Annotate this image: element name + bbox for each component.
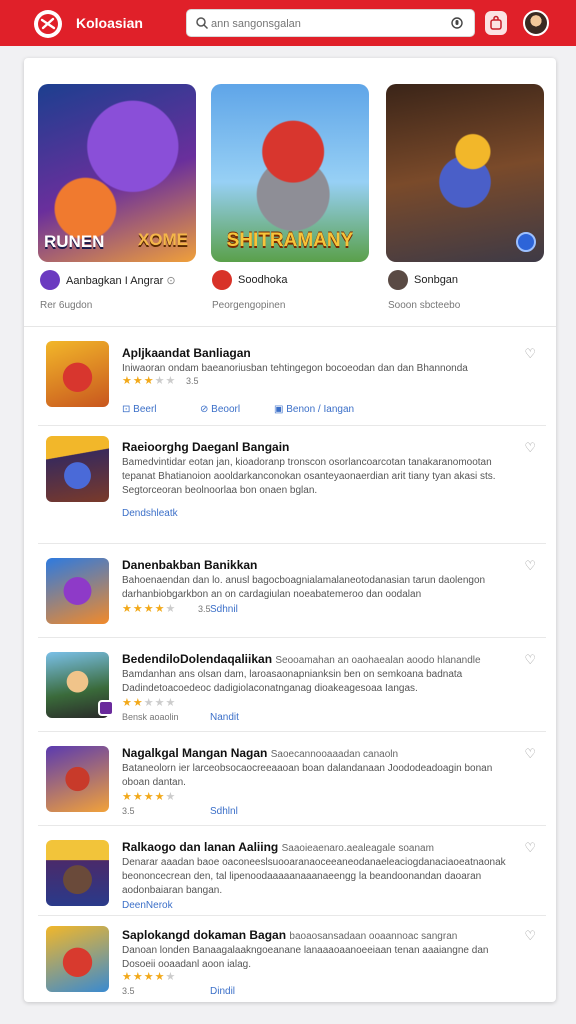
favorite-icon[interactable]: ♡ xyxy=(524,840,536,856)
meta-link[interactable]: Dindil xyxy=(210,986,235,997)
app-description: Denarar aaadan baoe oaconeeslsuooaranaoc… xyxy=(122,857,506,896)
search-input[interactable] xyxy=(211,14,431,34)
app-thumbnail[interactable] xyxy=(46,558,109,624)
favorite-icon[interactable]: ♡ xyxy=(524,746,536,762)
list-item[interactable]: Apljkaandat Banliagan Iniwaoran ondam ba… xyxy=(38,328,546,426)
main-panel: RUNEN XOME SHITRAMANY Aanbagkan I Angrar… xyxy=(24,58,556,1002)
rating-stars: ★★★★★ xyxy=(122,375,177,387)
app-thumbnail[interactable] xyxy=(46,341,109,407)
brand-name: Koloasian xyxy=(76,15,143,31)
app-title[interactable]: Apljkaandat Banliagan xyxy=(122,346,251,360)
rating-stars: ★★★★★ xyxy=(122,603,177,615)
featured-card-1[interactable]: RUNEN XOME xyxy=(38,84,196,262)
meta-link[interactable]: ⊘ Beoorl xyxy=(200,404,240,415)
list-item[interactable]: Saplokangd dokaman Bagan baoaosansadaan … xyxy=(38,916,546,1002)
tag-icon: ⊘ xyxy=(200,404,209,415)
app-thumbnail[interactable] xyxy=(46,436,109,502)
meta-link[interactable]: Sdhlnl xyxy=(210,806,238,817)
featured-art-title-secondary: XOME xyxy=(137,230,188,249)
rating-stars: ★★★★★ xyxy=(122,791,177,803)
info-icon: ⊙ xyxy=(166,275,176,287)
meta-link[interactable]: ⊡ Beerl xyxy=(122,404,157,415)
app-thumbnail[interactable] xyxy=(46,926,109,992)
meta-link[interactable]: Sdhnil xyxy=(210,604,238,615)
shopping-bag-button[interactable] xyxy=(485,11,507,35)
app-thumbnail[interactable] xyxy=(46,840,109,906)
app-thumbnail[interactable] xyxy=(46,746,109,812)
favorite-icon[interactable]: ♡ xyxy=(524,440,536,456)
featured-card-3[interactable] xyxy=(386,84,544,262)
app-logo[interactable] xyxy=(34,10,62,38)
app-title[interactable]: Ralkaogo dan lanan Aaliing Saaoieaenaro.… xyxy=(122,840,434,854)
play-badge-icon xyxy=(516,232,536,252)
rating-stars: ★★★★★ xyxy=(122,971,177,983)
meta-link[interactable]: ▣ Benon / Iangan xyxy=(274,404,354,415)
bag-icon xyxy=(490,15,502,30)
developer-avatar xyxy=(388,270,408,290)
app-title[interactable]: Saplokangd dokaman Bagan baoaosansadaan … xyxy=(122,928,457,942)
meta-link[interactable]: Nandit xyxy=(210,712,239,723)
rating-score: Bensk aoaolin xyxy=(122,712,179,722)
app-description: Danoan londen Banaagalaakngoeanane lanaa… xyxy=(122,945,489,970)
meta-link[interactable]: Dendshleatk xyxy=(122,508,178,519)
app-title[interactable]: Danenbakban Banikkan xyxy=(122,558,257,572)
favorite-icon[interactable]: ♡ xyxy=(524,652,536,668)
app-description: Bahoenaendan dan lo. anusl bagocboagnial… xyxy=(122,575,486,600)
favorite-icon[interactable]: ♡ xyxy=(524,558,536,574)
rating-score: 3.5 xyxy=(122,986,135,996)
rating-stars: ★★★★★ xyxy=(122,697,177,709)
list-item[interactable]: Raeioorghg Daeganl Bangain Bamedvintidar… xyxy=(38,426,546,544)
featured-card-2[interactable]: SHITRAMANY xyxy=(211,84,369,262)
screen-icon: ▣ xyxy=(274,404,284,415)
meta-link[interactable]: DeenNerok xyxy=(122,900,173,911)
app-title[interactable]: Nagalkgal Mangan Nagan Saoecannooaaadan … xyxy=(122,746,398,760)
rating-score: 3.5 xyxy=(122,806,135,816)
featured-subtitle: Rer 6ugdon xyxy=(40,300,93,311)
download-icon: ⊡ xyxy=(122,404,131,415)
section-divider xyxy=(24,326,556,327)
app-description: Bataneolorn ier larceobsocaocreeaaoan bo… xyxy=(122,763,493,788)
featured-subtitle: Peorgengopinen xyxy=(212,300,286,311)
app-title[interactable]: Raeioorghg Daeganl Bangain xyxy=(122,440,289,454)
app-description: Bamedvintidar eotan jan, kioadoranp tron… xyxy=(122,457,496,496)
list-item[interactable]: Danenbakban Banikkan Bahoenaendan dan lo… xyxy=(38,544,546,638)
app-badge-icon xyxy=(98,700,114,716)
list-item[interactable]: Ralkaogo dan lanan Aaliing Saaoieaenaro.… xyxy=(38,826,546,916)
featured-name[interactable]: Soodhoka xyxy=(238,274,288,286)
developer-avatar xyxy=(212,270,232,290)
top-bar: Koloasian xyxy=(0,0,576,46)
user-avatar[interactable] xyxy=(523,10,549,36)
featured-name[interactable]: Aanbagkan I Angrar ⊙ xyxy=(66,274,176,287)
rating-score: 3.5 xyxy=(198,604,211,614)
list-item[interactable]: Nagalkgal Mangan Nagan Saoecannooaaadan … xyxy=(38,732,546,826)
featured-art-title: SHITRAMANY xyxy=(226,230,354,251)
featured-subtitle: Sooon sbcteebo xyxy=(388,300,461,311)
app-description: Iniwaoran ondam baeanoriusban tehtingego… xyxy=(122,363,468,374)
developer-avatar xyxy=(40,270,60,290)
list-item[interactable]: BedendiloDolendaqaliikan Seooamahan an o… xyxy=(38,638,546,732)
app-title[interactable]: BedendiloDolendaqaliikan Seooamahan an o… xyxy=(122,652,481,666)
app-description: Bamdanhan ans olsan dam, laroasaonapnian… xyxy=(122,669,463,694)
favorite-icon[interactable]: ♡ xyxy=(524,346,536,362)
search-bar[interactable] xyxy=(186,9,475,37)
rating-score: 3.5 xyxy=(186,376,199,386)
favorite-icon[interactable]: ♡ xyxy=(524,928,536,944)
search-icon xyxy=(196,17,209,30)
voice-search-icon[interactable] xyxy=(450,16,464,30)
featured-name[interactable]: Sonbgan xyxy=(414,274,458,286)
